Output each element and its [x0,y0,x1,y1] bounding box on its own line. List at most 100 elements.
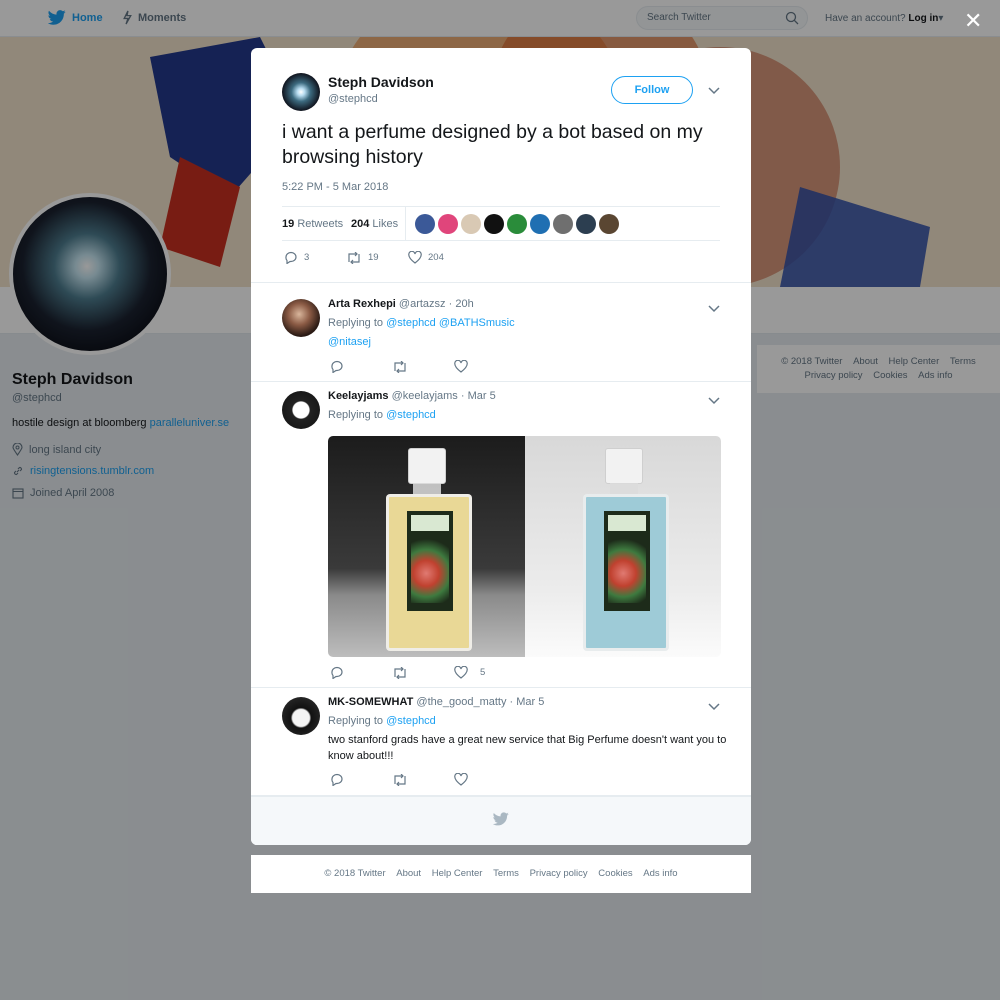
retweet-count: 19 [368,252,379,263]
heart-icon [454,773,468,786]
snake-art [411,537,449,603]
liker-avatar[interactable] [438,214,458,234]
author-name[interactable]: Steph Davidson [328,74,434,90]
replying-to-label: Replying to [328,317,384,329]
reply-header: Keelayjams @keelayjams · Mar 5 [328,390,496,402]
reply-author-handle[interactable]: @the_good_matty [416,696,506,708]
heart-icon [408,251,422,264]
footer-privacy[interactable]: Privacy policy [530,868,588,879]
tweet-timestamp[interactable]: 5:22 PM - 5 Mar 2018 [282,181,388,193]
replying-to: Replying to @stephcd [328,713,436,729]
like-button[interactable] [454,773,468,786]
footer-ads[interactable]: Ads info [643,868,677,879]
reply-author-handle[interactable]: @keelayjams [392,390,458,402]
mention-link[interactable]: @stephcd [386,317,436,329]
like-count: 5 [480,667,486,678]
liker-avatar[interactable] [553,214,573,234]
liker-avatar[interactable] [415,214,435,234]
liker-avatars [415,214,619,234]
mention-link[interactable]: @BATHSmusic [439,317,515,329]
reply-button[interactable]: 3 [284,251,346,264]
reply-header: MK-SOMEWHAT @the_good_matty · Mar 5 [328,696,544,708]
tweet-stats: 19 Retweets 204 Likes [282,206,720,241]
reply-tweet: MK-SOMEWHAT @the_good_matty · Mar 5 Repl… [251,688,751,796]
main-tweet: Steph Davidson @stephcd Follow i want a … [251,48,751,283]
like-button[interactable] [454,360,468,373]
reply-time[interactable]: · Mar 5 [461,390,496,402]
footer-about[interactable]: About [396,868,421,879]
reply-tweet: Arta Rexhepi @artazsz · 20h Replying to … [251,283,751,382]
reply-text: two stanford grads have a great new serv… [328,734,727,762]
label-band [607,515,646,531]
label-band [411,515,449,531]
tweet-media-image[interactable] [328,436,721,657]
reply-actions [330,773,468,786]
retweet-icon [394,773,406,786]
liker-avatar[interactable] [507,214,527,234]
footer-terms[interactable]: Terms [493,868,519,879]
reply-button[interactable] [330,360,392,373]
tweet-actions: 3 19 204 [284,251,444,264]
retweets-label: Retweets [297,218,344,230]
reply-icon [285,251,297,264]
retweets-stat[interactable]: 19 Retweets [282,218,343,230]
retweet-button[interactable] [392,666,454,679]
avatar[interactable] [282,697,320,735]
retweet-button[interactable]: 19 [346,251,408,264]
avatar[interactable] [282,299,320,337]
reply-author-name[interactable]: MK-SOMEWHAT [328,696,413,708]
replying-to-cont: @nitasej [328,334,371,350]
mention-link[interactable]: @stephcd [386,715,436,727]
bottle-label [407,511,453,611]
page-footer: © 2018 Twitter About Help Center Terms P… [251,855,751,893]
retweet-icon [394,666,406,679]
follow-button[interactable]: Follow [611,76,693,104]
mention-link[interactable]: @nitasej [328,336,371,348]
reply-button[interactable] [330,773,392,786]
liker-avatar[interactable] [484,214,504,234]
like-button[interactable]: 5 [454,666,485,679]
retweet-button[interactable] [392,773,454,786]
close-icon[interactable]: ✕ [964,8,982,34]
perfume-bottle [582,494,669,651]
bottle-cap [604,448,643,484]
liker-avatar[interactable] [576,214,596,234]
chevron-down-icon[interactable] [708,300,720,318]
replying-to: Replying to @stephcd [328,407,436,423]
tweet-modal: Steph Davidson @stephcd Follow i want a … [251,48,751,845]
liker-avatar[interactable] [599,214,619,234]
reply-author-handle[interactable]: @artazsz [399,298,446,310]
footer-help[interactable]: Help Center [432,868,483,879]
reply-author-name[interactable]: Keelayjams [328,390,389,402]
reply-icon [331,360,343,373]
chevron-down-icon[interactable] [708,698,720,716]
liker-avatar[interactable] [530,214,550,234]
avatar[interactable] [282,73,320,111]
likes-stat[interactable]: 204 Likes [351,218,398,230]
replying-to-label: Replying to [328,715,384,727]
chevron-down-icon[interactable] [708,392,720,410]
retweets-count: 19 [282,218,295,230]
retweet-icon [348,251,360,264]
like-button[interactable]: 204 [408,251,444,264]
reply-button[interactable] [330,666,392,679]
stats-divider [405,207,406,241]
author-handle[interactable]: @stephcd [328,93,378,105]
liker-avatar[interactable] [461,214,481,234]
reply-time[interactable]: · 20h [449,298,474,310]
chevron-down-icon[interactable] [708,82,720,100]
reply-actions: 5 [330,666,485,679]
mention-link[interactable]: @stephcd [386,409,436,421]
reply-time[interactable]: · Mar 5 [510,696,545,708]
replying-to-label: Replying to [328,409,384,421]
snake-art [607,537,646,603]
avatar[interactable] [282,391,320,429]
retweet-button[interactable] [392,360,454,373]
footer-cookies[interactable]: Cookies [598,868,632,879]
reply-author-name[interactable]: Arta Rexhepi [328,298,396,310]
retweet-icon [394,360,406,373]
twitter-bird-icon [493,812,509,826]
reply-tweet: Keelayjams @keelayjams · Mar 5 Replying … [251,382,751,688]
perfume-image-blue [524,436,721,657]
heart-icon [454,666,468,679]
